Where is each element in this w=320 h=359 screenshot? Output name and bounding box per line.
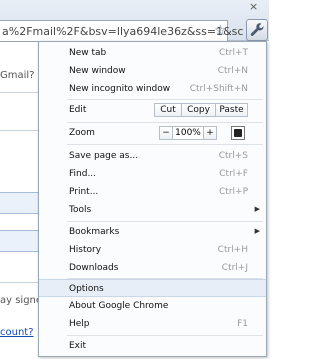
menu-item-print[interactable]: Print... Ctrl+P: [39, 183, 266, 201]
menu-item-label: New tab: [69, 48, 107, 58]
menu-item-about-google-chrome[interactable]: About Google Chrome: [39, 297, 266, 315]
menu-item-shortcut: Ctrl+H: [217, 245, 248, 255]
zoom-out-button[interactable]: −: [159, 126, 173, 140]
address-bar[interactable]: a%2Fmail%2F&bsv=llya694le36z&ss=1&sc ☆: [0, 20, 243, 42]
menu-item-label: Zoom: [69, 128, 95, 138]
stay-signed-in-text: ay signe: [0, 295, 43, 306]
menu-item-help[interactable]: Help F1: [39, 315, 266, 333]
menu-item-label: Help: [69, 319, 90, 329]
menu-item-tools[interactable]: Tools ▶: [39, 201, 266, 219]
page-text-gmail: Gmail?: [0, 70, 35, 81]
zoom-level: 100%: [173, 126, 203, 140]
menu-item-label: Save page as...: [69, 151, 139, 161]
menu-item-zoom: Zoom − 100% +: [39, 124, 266, 142]
zoom-in-button[interactable]: +: [203, 126, 217, 140]
menu-separator: [67, 122, 263, 123]
divider: [0, 130, 40, 131]
chrome-menu: New tab Ctrl+T New window Ctrl+N New inc…: [38, 41, 267, 357]
menu-item-edit: Edit Cut Copy Paste: [39, 101, 266, 119]
menu-item-shortcut: F1: [237, 319, 248, 329]
menu-item-label: Tools: [69, 205, 92, 215]
input-box-edge[interactable]: [0, 192, 40, 214]
menu-item-options[interactable]: Options: [39, 279, 266, 297]
menu-item-find[interactable]: Find... Ctrl+F: [39, 165, 266, 183]
menu-item-shortcut: Ctrl+T: [218, 48, 248, 58]
menu-item-bookmarks[interactable]: Bookmarks ▶: [39, 223, 266, 241]
input-box-edge[interactable]: [0, 230, 40, 252]
menu-item-shortcut: Ctrl+J: [221, 263, 248, 273]
menu-item-label: About Google Chrome: [69, 301, 169, 311]
menu-item-new-incognito-window[interactable]: New incognito window Ctrl+Shift+N: [39, 80, 266, 98]
menu-item-shortcut: Ctrl+Shift+N: [189, 84, 248, 94]
menu-item-shortcut: Ctrl+S: [218, 151, 248, 161]
star-icon[interactable]: ☆: [214, 23, 227, 39]
submenu-arrow-icon: ▶: [254, 205, 260, 213]
wrench-icon: [250, 23, 264, 36]
menu-item-label: New window: [69, 66, 126, 76]
submenu-arrow-icon: ▶: [254, 227, 260, 235]
fullscreen-icon[interactable]: [231, 126, 245, 140]
menu-item-new-tab[interactable]: New tab Ctrl+T: [39, 44, 266, 62]
menu-item-label: Edit: [69, 105, 87, 115]
close-icon[interactable]: ×: [249, 0, 258, 13]
menu-item-label: Find...: [69, 169, 97, 179]
menu-separator: [67, 99, 263, 100]
menu-item-history[interactable]: History Ctrl+H: [39, 241, 266, 259]
menu-item-label: New incognito window: [69, 84, 171, 94]
menu-item-label: Downloads: [69, 263, 119, 273]
menu-separator: [67, 335, 263, 336]
menu-item-label: Options: [69, 284, 104, 294]
menu-item-save-page-as[interactable]: Save page as... Ctrl+S: [39, 147, 266, 165]
divider: [0, 282, 40, 283]
menu-item-shortcut: Ctrl+N: [217, 66, 248, 76]
menu-separator: [67, 221, 263, 222]
menu-item-label: Print...: [69, 187, 99, 197]
paste-button[interactable]: Paste: [216, 103, 248, 117]
address-text: a%2Fmail%2F&bsv=llya694le36z&ss=1&sc: [2, 25, 244, 38]
copy-button[interactable]: Copy: [182, 103, 216, 117]
menu-item-exit[interactable]: Exit: [39, 337, 266, 355]
menu-separator: [67, 144, 263, 145]
menu-item-label: History: [69, 245, 102, 255]
menu-item-shortcut: Ctrl+P: [219, 187, 248, 197]
menu-item-label: Bookmarks: [69, 227, 120, 237]
menu-item-downloads[interactable]: Downloads Ctrl+J: [39, 259, 266, 277]
menu-item-new-window[interactable]: New window Ctrl+N: [39, 62, 266, 80]
page-content: Gmail? ay signe count?: [0, 42, 43, 359]
cut-button[interactable]: Cut: [154, 103, 182, 117]
wrench-menu-button[interactable]: [246, 19, 268, 41]
browser-toolbar: × a%2Fmail%2F&bsv=llya694le36z&ss=1&sc ☆: [0, 0, 269, 42]
menu-item-label: Exit: [69, 341, 87, 351]
menu-item-shortcut: Ctrl+F: [219, 169, 248, 179]
divider: [0, 92, 40, 93]
account-link[interactable]: count?: [0, 327, 34, 338]
